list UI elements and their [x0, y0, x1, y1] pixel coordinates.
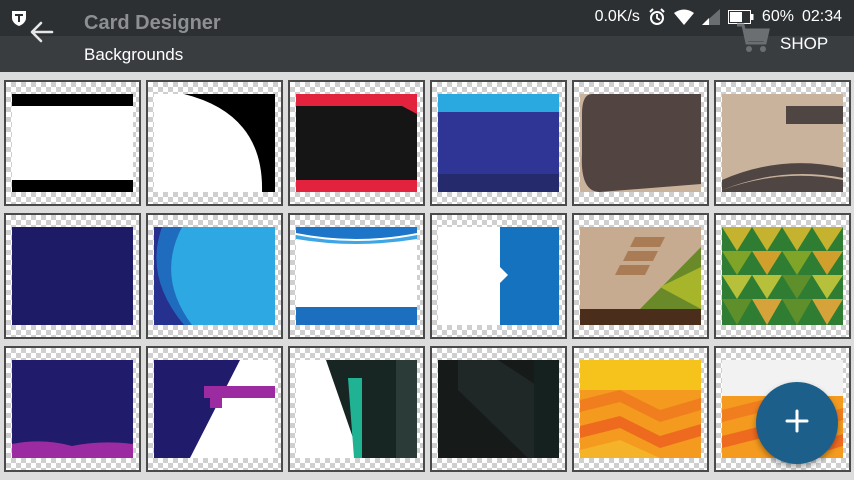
- signal-icon: [701, 9, 720, 25]
- background-tile[interactable]: [430, 346, 567, 472]
- background-thumbnail: [580, 360, 701, 458]
- shop-button[interactable]: SHOP: [736, 22, 828, 59]
- shopping-cart-icon: [736, 22, 770, 59]
- background-thumbnail: [12, 94, 133, 192]
- alarm-icon: [648, 8, 666, 26]
- background-tile[interactable]: [714, 80, 851, 206]
- background-tile[interactable]: [288, 80, 425, 206]
- shop-label: SHOP: [780, 33, 829, 53]
- background-tile[interactable]: [146, 213, 283, 339]
- wifi-icon: [673, 9, 694, 25]
- background-thumbnail: [438, 94, 559, 192]
- background-thumbnail: [580, 227, 701, 325]
- background-tile[interactable]: [4, 213, 141, 339]
- background-tile[interactable]: [288, 213, 425, 339]
- background-thumbnail: [438, 227, 559, 325]
- background-tile[interactable]: [146, 80, 283, 206]
- page-subtitle: Backgrounds: [84, 45, 184, 64]
- background-tile[interactable]: [572, 213, 709, 339]
- background-tile[interactable]: [572, 80, 709, 206]
- back-button[interactable]: [26, 18, 58, 50]
- background-thumbnail: [580, 94, 701, 192]
- background-thumbnail: [154, 227, 275, 325]
- add-fab-button[interactable]: [756, 382, 838, 464]
- background-thumbnail: [154, 94, 275, 192]
- plus-icon: [784, 408, 810, 439]
- network-speed: 0.0K/s: [594, 8, 640, 25]
- background-tile[interactable]: [430, 213, 567, 339]
- background-thumbnail: [296, 360, 417, 458]
- background-thumbnail: [722, 227, 843, 325]
- background-tile[interactable]: [4, 80, 141, 206]
- arrow-left-icon: [28, 18, 56, 51]
- background-thumbnail: [722, 94, 843, 192]
- background-tile[interactable]: [146, 346, 283, 472]
- background-thumbnail: [296, 94, 417, 192]
- background-tile[interactable]: [4, 346, 141, 472]
- background-thumbnail: [438, 360, 559, 458]
- app-title: Card Designer: [84, 12, 221, 34]
- background-thumbnail: [12, 360, 133, 458]
- background-thumbnail: [12, 227, 133, 325]
- background-thumbnail: [154, 360, 275, 458]
- backgrounds-grid: [4, 80, 852, 480]
- background-tile[interactable]: [288, 346, 425, 472]
- background-tile[interactable]: [430, 80, 567, 206]
- background-thumbnail: [296, 227, 417, 325]
- background-tile[interactable]: [572, 346, 709, 472]
- background-tile[interactable]: [714, 213, 851, 339]
